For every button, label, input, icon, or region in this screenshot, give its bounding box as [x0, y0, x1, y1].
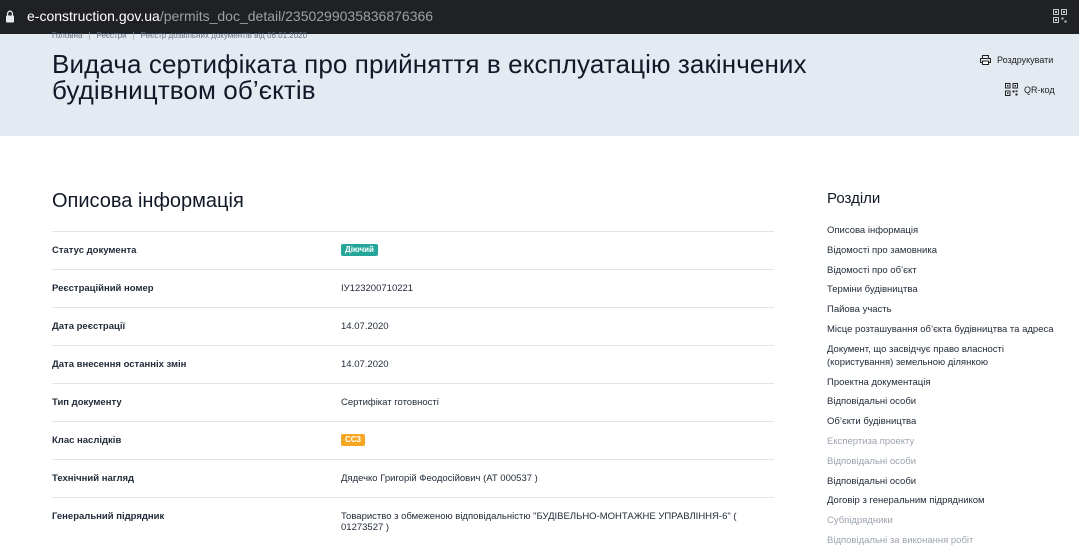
print-button[interactable]: Роздрукувати	[980, 55, 1053, 65]
section-link[interactable]: Відомості про замовника	[827, 244, 1072, 257]
browser-address-bar[interactable]: e-construction.gov.ua/permits_doc_detail…	[0, 0, 1079, 34]
details-table: Статус документа Діючий Реєстраційний но…	[52, 231, 774, 535]
qr-code-icon	[1005, 83, 1018, 96]
page-title: Видача сертифіката про прийняття в експл…	[52, 49, 807, 105]
url-text[interactable]: e-construction.gov.ua/permits_doc_detail…	[27, 8, 433, 24]
section-link[interactable]: Проектна документація	[827, 376, 1072, 389]
row-value: 14.07.2020	[341, 359, 389, 370]
section-link-disabled: Експертиза проекту	[827, 435, 915, 447]
row-label: Дата внесення останніх змін	[52, 359, 187, 370]
row-value: Сертифікат готовності	[341, 397, 439, 408]
table-row: Реєстраційний номер ІУ123200710221	[52, 269, 774, 307]
table-row: Технічний нагляд Дядечко Григорій Феодос…	[52, 459, 774, 497]
section-link[interactable]: Відповідальні особи	[827, 475, 1072, 488]
row-value: ІУ123200710221	[341, 283, 414, 294]
section-link[interactable]: Документ, що засвідчує право власності (…	[827, 343, 1072, 369]
section-link[interactable]: Відповідальні особи	[827, 395, 1072, 408]
row-label: Дата реєстрації	[52, 321, 126, 332]
table-row: Тип документу Сертифікат готовності	[52, 383, 774, 421]
lock-icon	[6, 10, 14, 23]
section-link[interactable]: Місце розташування об’єкта будівництва т…	[827, 323, 1072, 336]
row-label: Генеральний підрядник	[52, 511, 165, 522]
url-path: /permits_doc_detail/2350299035836876366	[159, 8, 434, 24]
table-row: Дата реєстрації 14.07.2020	[52, 307, 774, 345]
qr-code-icon[interactable]	[1053, 9, 1067, 23]
section-link[interactable]: Об’єкти будівництва	[827, 415, 1072, 428]
url-host: e-construction.gov.ua	[27, 8, 160, 24]
table-row: Генеральний підрядник Товариство з обмеж…	[52, 497, 774, 535]
section-link[interactable]: Договір з генеральним підрядником	[827, 494, 1072, 507]
row-value: СС3	[341, 434, 771, 446]
sections-nav: Описова інформація Відомості про замовни…	[827, 224, 1072, 554]
section-heading: Описова інформація	[52, 190, 244, 212]
row-label: Тип документу	[52, 397, 122, 408]
section-link[interactable]: Терміни будівництва	[827, 283, 1072, 296]
row-label: Технічний нагляд	[52, 473, 135, 484]
table-row: Дата внесення останніх змін 14.07.2020	[52, 345, 774, 383]
breadcrumb-registries[interactable]: Реєстри	[96, 31, 126, 40]
table-row: Статус документа Діючий	[52, 231, 774, 269]
print-label: Роздрукувати	[997, 55, 1054, 65]
row-value: Товариство з обмеженою відповідальністю …	[341, 511, 737, 533]
qr-code-button[interactable]: QR-код	[1005, 83, 1055, 96]
row-label: Реєстраційний номер	[52, 283, 154, 294]
page-header: Головна | Реєстри | Реєстр дозвільних докуме…	[0, 31, 1079, 136]
row-value: 14.07.2020	[341, 321, 389, 332]
row-label: Статус документа	[52, 245, 137, 256]
section-link-disabled: Відповідальні особи	[827, 455, 917, 467]
status-badge: Діючий	[341, 244, 378, 256]
breadcrumb: Головна | Реєстри | Реєстр дозвільних докуме…	[52, 31, 308, 40]
consequence-class-badge: СС3	[341, 434, 366, 446]
row-label: Клас наслідків	[52, 435, 122, 446]
section-link[interactable]: Описова інформація	[827, 224, 1072, 237]
printer-icon	[980, 55, 991, 65]
section-link[interactable]: Відомості про об’єкт	[827, 264, 1072, 277]
row-value: Діючий	[341, 244, 771, 256]
breadcrumb-home[interactable]: Головна	[52, 31, 82, 40]
section-link[interactable]: Пайова участь	[827, 303, 1072, 316]
sections-heading: Розділи	[827, 190, 881, 207]
table-row: Клас наслідків СС3	[52, 421, 774, 459]
section-link-disabled: Субпідрядники	[827, 515, 893, 527]
qr-code-label: QR-код	[1024, 84, 1055, 95]
row-value: Дядечко Григорій Феодосійович (АТ 000537…	[341, 473, 538, 484]
breadcrumb-current[interactable]: Реєстр дозвільних документів від 06.01.2…	[141, 31, 307, 40]
section-link-disabled: Відповідальні за виконання робіт	[827, 534, 974, 546]
